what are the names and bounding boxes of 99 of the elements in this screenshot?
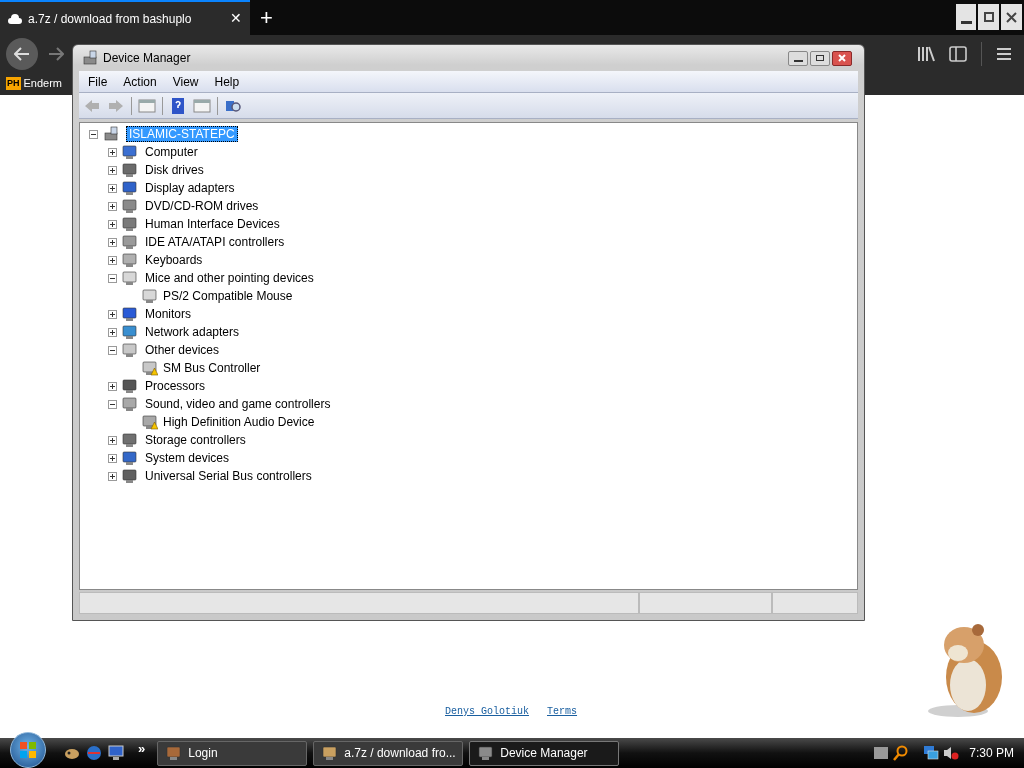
device-icon [122, 198, 138, 214]
forward-arrow-icon[interactable] [48, 46, 64, 61]
tab-close-button[interactable]: ✕ [230, 8, 242, 29]
expand-toggle[interactable] [108, 471, 117, 481]
window-title: Device Manager [103, 50, 191, 67]
library-icon[interactable] [917, 45, 935, 62]
close-icon [1006, 11, 1017, 23]
app-icon [166, 745, 183, 761]
device-icon [122, 234, 138, 250]
restore-button[interactable] [978, 4, 999, 30]
tab-title: a.7z / download from bashuplo [28, 10, 193, 28]
device-icon [122, 144, 138, 160]
collapse-toggle[interactable] [89, 129, 98, 139]
help-icon[interactable] [169, 96, 187, 115]
tree-item[interactable]: PS/2 Compatible Mouse [161, 287, 295, 305]
tree-item[interactable]: Computer [143, 143, 200, 161]
tree-item[interactable]: High Definition Audio Device [161, 413, 317, 431]
tree-item[interactable]: Disk drives [143, 161, 206, 179]
device-icon [122, 324, 138, 340]
menu-item[interactable]: File [81, 72, 115, 91]
cloud-icon [8, 12, 22, 25]
expand-toggle[interactable] [108, 327, 117, 337]
tree-item[interactable]: Keyboards [143, 251, 205, 269]
tree-item[interactable]: Other devices [143, 341, 222, 359]
app-icon [478, 745, 495, 761]
device-icon [122, 270, 138, 286]
start-button[interactable] [10, 732, 46, 768]
device-icon [122, 396, 138, 412]
expand-toggle[interactable] [108, 201, 117, 211]
tree-item[interactable]: System devices [143, 449, 232, 467]
menu-item[interactable]: Action [116, 72, 164, 91]
network-icon[interactable] [923, 745, 940, 761]
expand-toggle[interactable] [108, 309, 117, 319]
muted-speaker-icon[interactable] [943, 745, 960, 761]
taskbar-button[interactable]: Login [157, 740, 308, 766]
overflow-chevron[interactable]: » [138, 739, 146, 759]
close-icon [838, 54, 846, 62]
tree-item[interactable]: Network adapters [143, 323, 242, 341]
expand-toggle[interactable] [108, 165, 117, 175]
new-tab-button[interactable]: + [250, 0, 283, 35]
expand-toggle[interactable] [108, 381, 117, 391]
site-badge-icon: PH [6, 77, 21, 90]
maximize-button[interactable] [810, 50, 830, 66]
expand-toggle[interactable] [108, 237, 117, 247]
app-icon [322, 745, 339, 761]
minimize-button[interactable] [788, 50, 808, 66]
tree-item[interactable]: Processors [143, 377, 208, 395]
collapse-toggle[interactable] [108, 399, 117, 409]
expand-toggle[interactable] [108, 453, 117, 463]
tray-icon[interactable] [873, 745, 890, 761]
tree-item[interactable]: Display adapters [143, 179, 237, 197]
device-icon [122, 450, 138, 466]
device-icon [122, 306, 138, 322]
collapse-toggle[interactable] [108, 273, 117, 283]
device-icon [122, 162, 138, 178]
device-icon [122, 252, 138, 268]
device-icon [122, 342, 138, 358]
tree-item[interactable]: Monitors [143, 305, 193, 323]
globe-icon[interactable] [86, 745, 102, 761]
expand-toggle[interactable] [108, 147, 117, 157]
tree-item[interactable]: Mice and other pointing devices [143, 269, 316, 287]
sidebar-icon[interactable] [949, 45, 967, 62]
footer-link[interactable]: Denys Golotiuk [445, 704, 529, 719]
device-icon [122, 468, 138, 484]
expand-toggle[interactable] [108, 435, 117, 445]
expand-toggle[interactable] [108, 183, 117, 193]
back-arrow-icon [14, 46, 30, 61]
device-icon [122, 180, 138, 196]
tree-item[interactable]: Universal Serial Bus controllers [143, 467, 314, 485]
tree-item[interactable]: SM Bus Controller [161, 359, 263, 377]
device-manager-icon [83, 50, 99, 66]
menu-icon[interactable] [996, 46, 1012, 61]
computer-network-icon [104, 126, 120, 142]
taskbar-button[interactable]: Device Manager [469, 740, 620, 766]
expand-toggle[interactable] [108, 255, 117, 265]
windows-logo-icon [19, 741, 37, 759]
back-button[interactable] [6, 37, 38, 70]
close-button[interactable] [1001, 4, 1022, 30]
expand-toggle[interactable] [108, 219, 117, 229]
clock[interactable]: 7:30 PM [969, 744, 1014, 762]
menu-item[interactable]: Help [207, 72, 247, 91]
tree-item[interactable]: IDE ATA/ATAPI controllers [143, 233, 287, 251]
browser-tab[interactable]: a.7z / download from bashuplo ✕ [0, 0, 250, 35]
device-icon [122, 378, 138, 394]
minimize-button[interactable] [956, 4, 976, 30]
menu-item[interactable]: View [165, 72, 206, 91]
device-icon [122, 216, 138, 232]
collapse-toggle[interactable] [108, 345, 117, 355]
close-button[interactable] [832, 50, 852, 66]
taskbar-button[interactable]: a.7z / download fro... [313, 740, 464, 766]
tree-item[interactable]: Human Interface Devices [143, 215, 282, 233]
footer-link[interactable]: Terms [547, 704, 578, 719]
bookmark-link[interactable]: Enderm [23, 75, 63, 92]
tree-item[interactable]: Storage controllers [143, 431, 248, 449]
tree-item[interactable]: Sound, video and game controllers [143, 395, 333, 413]
monitor-icon[interactable] [108, 745, 124, 761]
search-icon[interactable] [893, 745, 910, 761]
device-icon [122, 432, 138, 448]
tree-item[interactable]: DVD/CD-ROM drives [143, 197, 261, 215]
